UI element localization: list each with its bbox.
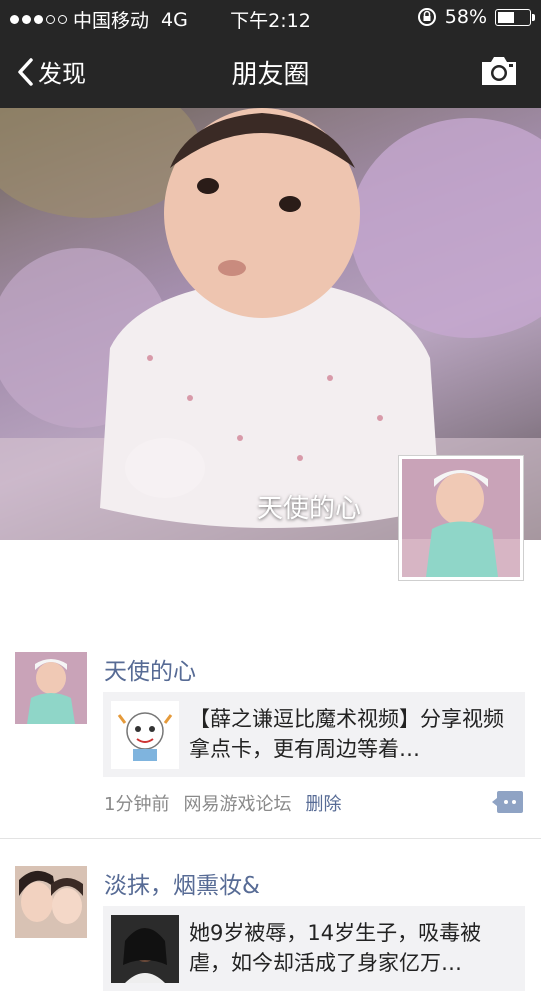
shared-link-card[interactable]: 【薛之谦逗比魔术视频】分享视频拿点卡，更有周边等着… — [103, 692, 525, 777]
post-author-avatar[interactable] — [15, 866, 87, 938]
status-bar: 中国移动 4G 下午2:12 58% — [0, 0, 541, 36]
avatar — [402, 459, 520, 577]
share-thumbnail — [111, 915, 179, 983]
delete-button[interactable]: 删除 — [305, 790, 341, 816]
cover-display-name: 天使的心 — [256, 494, 361, 524]
avatar — [15, 652, 87, 724]
cartoon-thumbnail-icon — [117, 712, 173, 761]
profile-avatar[interactable] — [398, 455, 524, 581]
battery-icon — [495, 8, 535, 26]
shared-link-title: 【薛之谦逗比魔术视频】分享视频拿点卡，更有周边等着… — [189, 707, 504, 761]
navigation-bar: 发现 朋友圈 — [0, 36, 541, 108]
camera-icon[interactable] — [479, 54, 519, 88]
post-author-name[interactable]: 天使的心 — [104, 652, 196, 686]
post-author-avatar[interactable] — [15, 652, 87, 724]
post-author-name[interactable]: 淡抹，烟熏妆& — [104, 866, 260, 900]
avatar — [15, 866, 87, 938]
post-time: 1分钟前 — [104, 794, 170, 815]
post-divider — [0, 838, 541, 839]
shared-link-card[interactable]: 她9岁被辱，14岁生子，吸毒被虐，如今却活成了身家亿万… — [103, 906, 525, 991]
post-source[interactable]: 网易游戏论坛 — [183, 790, 291, 816]
page-title: 朋友圈 — [231, 60, 310, 90]
portrait-thumbnail-icon — [111, 915, 179, 983]
share-thumbnail — [111, 701, 179, 769]
post-meta: 1分钟前 网易游戏论坛 删除 — [104, 790, 341, 816]
battery-percent: 58% — [444, 6, 487, 28]
shared-link-title: 她9岁被辱，14岁生子，吸毒被虐，如今却活成了身家亿万… — [189, 921, 482, 975]
comment-icon[interactable] — [490, 790, 524, 814]
rotation-lock-icon — [417, 8, 436, 26]
